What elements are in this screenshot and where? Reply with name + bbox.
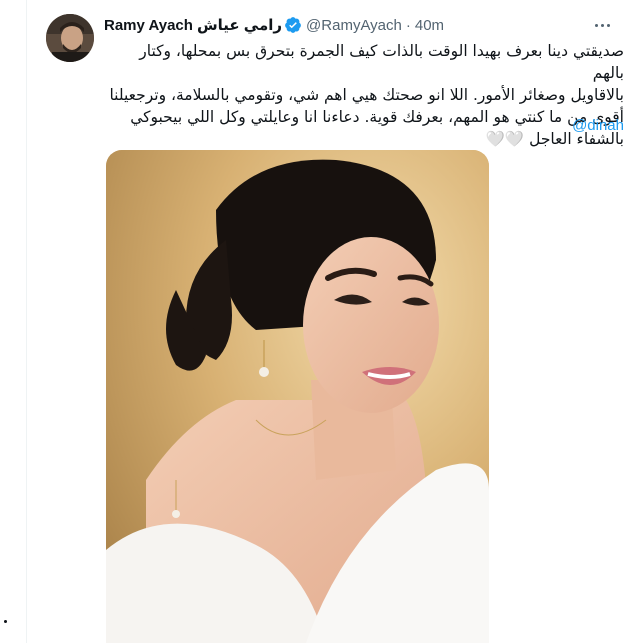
edge-dot — [4, 620, 7, 623]
more-horizontal-icon[interactable] — [588, 14, 616, 36]
tweet-time[interactable]: 40m — [415, 17, 444, 34]
meta-separator: · — [405, 16, 411, 34]
verified-badge-icon — [285, 17, 301, 33]
tweet-header: Ramy Ayach رامي عياش @RamyAyach · 40m — [104, 15, 444, 35]
tweet[interactable]: Ramy Ayach رامي عياش @RamyAyach · 40m صد… — [30, 0, 637, 643]
author-handle[interactable]: @RamyAyach — [306, 17, 402, 34]
avatar[interactable] — [46, 14, 94, 62]
tweet-text-line: صديقتي دينا بعرف بهيدا الوقت بالذات كيف … — [139, 42, 624, 82]
author-name-arabic[interactable]: رامي عياش — [197, 16, 282, 34]
left-column-edge — [0, 0, 30, 643]
column-divider — [26, 0, 27, 643]
author-name[interactable]: Ramy Ayach — [104, 17, 193, 34]
mention-link[interactable]: @dinah — [504, 117, 624, 134]
avatar-image — [46, 14, 94, 62]
portrait-image — [106, 150, 489, 643]
tweet-photo[interactable] — [106, 150, 489, 643]
tweet-text-line: بالاقاويل وصغائر الأمور. اللا انو صحتك ه… — [109, 86, 624, 104]
